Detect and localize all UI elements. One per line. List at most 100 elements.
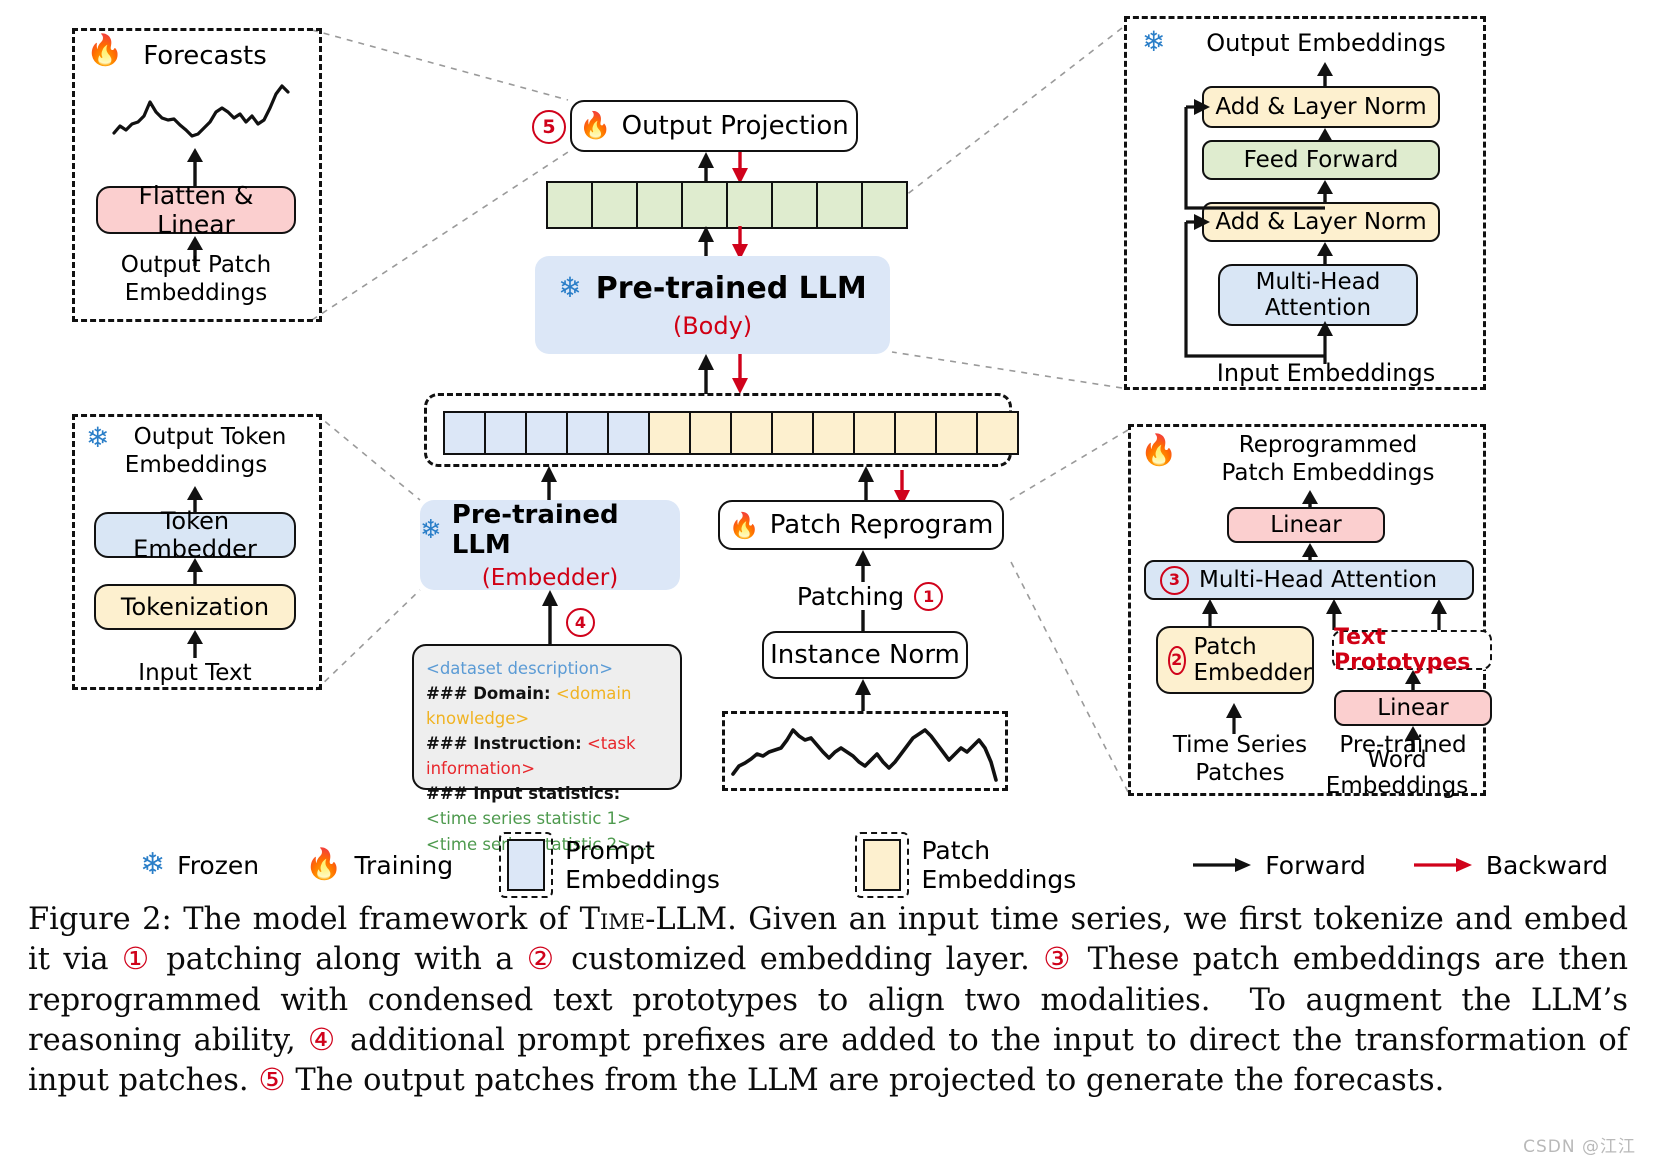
token-embedder-box[interactable]: Token Embedder [94, 507, 296, 563]
forecasts-title: Forecasts [143, 41, 267, 72]
instance-norm-box[interactable]: Instance Norm [762, 631, 968, 679]
patch-embedding-cell [771, 411, 814, 455]
training-flame-icon-patch-reprogram: 🔥 [728, 510, 760, 540]
frozen-snowflake-icon-legend: ❄ [140, 847, 166, 882]
instance-norm-label: Instance Norm [770, 640, 960, 670]
legend-item-prompt-embeddings: Prompt Embeddings [499, 832, 809, 898]
prompt-dataset-description: <dataset description> [426, 659, 614, 678]
transformer-residual-paths [1184, 99, 1333, 364]
prompt-line-instruction: ### Instruction: <task information> [426, 731, 668, 781]
patch-reprogram-label: Patch Reprogram [769, 510, 994, 540]
legend-label-frozen: Frozen [177, 850, 260, 880]
patch-embedder-box[interactable]: 2 Patch Embedder [1156, 626, 1314, 694]
step-number-4-wrap: 4 [566, 608, 595, 637]
training-flame-icon-legend: 🔥 [305, 847, 343, 882]
arrow-patching-to-reprogram [855, 550, 871, 582]
legend-item-forward: Forward [1191, 851, 1366, 880]
token-arrow-up-2 [187, 558, 203, 586]
forward-arrow-icon [1193, 858, 1252, 872]
caption-model-name: Time-LLM [579, 902, 728, 937]
legend-label-backward: Backward [1485, 850, 1608, 880]
output-token-embeddings-title-l1: Output Token [133, 424, 287, 451]
tokenization-box[interactable]: Tokenization [94, 584, 296, 630]
legend-item-patch-embeddings: Patch Embeddings [855, 832, 1145, 898]
patch-embedding-swatch [855, 832, 910, 898]
output-token-cell [546, 181, 593, 229]
training-flame-icon-reprogram: 🔥 [1140, 433, 1178, 468]
patch-embedding-cell [730, 411, 773, 455]
output-patch-embeddings-label-l1: Output Patch [120, 252, 272, 279]
reprogram-mha-label: Multi-Head Attention [1199, 567, 1438, 593]
output-token-cell [771, 181, 818, 229]
prompt-prefix-box[interactable]: <dataset description> ### Domain: <domai… [412, 644, 682, 854]
patch-reprogram-box[interactable]: 🔥 Patch Reprogram [718, 500, 1004, 550]
output-token-cell [861, 181, 908, 229]
arrow-instance-norm-to-patching [861, 610, 865, 632]
step-number-3: 3 [1160, 565, 1189, 595]
pretrained-word-embeddings-label-l2: Word Embeddings [1325, 747, 1469, 799]
patch-embedding-cell [689, 411, 732, 455]
prompt-embedding-cell [484, 411, 527, 455]
output-token-cell [636, 181, 683, 229]
output-token-cell [681, 181, 728, 229]
pretrained-llm-embedder-title: Pre-trained LLM [451, 499, 619, 560]
forecasts-sparkline [112, 84, 290, 138]
caption-body: The model framework of Time-LLM. Given a… [28, 902, 1629, 1098]
pretrained-llm-embedder-subtitle: (Embedder) [481, 564, 619, 591]
prompt-embedding-cell [566, 411, 609, 455]
legend-item-frozen: ❄ Frozen [140, 850, 259, 880]
prompt-stat-1: <time series statistic 1> [426, 809, 631, 829]
patch-embedding-cell [894, 411, 937, 455]
output-token-cell [726, 181, 773, 229]
prompt-embedding-swatch-fill [507, 839, 546, 891]
prompt-line-domain: ### Domain: <domain knowledge> [426, 681, 668, 731]
patch-embedding-cell [935, 411, 978, 455]
arrows-projection-tokens [698, 152, 748, 184]
prompt-embedding-cell [443, 411, 486, 455]
legend-label-forward: Forward [1265, 850, 1366, 880]
output-projection-label: Output Projection [621, 111, 849, 141]
text-prototypes-label: Text Prototypes [1334, 625, 1471, 675]
output-patch-embeddings-label-l2: Embeddings [124, 280, 268, 307]
reprogram-linear-top-label: Linear [1270, 512, 1342, 538]
legend-label-prompt-embeddings: Prompt Embeddings [565, 836, 720, 894]
text-prototypes-box[interactable]: Text Prototypes [1332, 625, 1492, 675]
input-time-series-plot [731, 728, 998, 782]
step-number-4: 4 [566, 608, 595, 637]
arrows-llm-body-input [698, 354, 748, 394]
prompt-line-dataset: <dataset description> [426, 656, 668, 681]
prompt-line-stats-key: ### Input statistics: [426, 781, 668, 806]
prompt-domain-key: ### Domain: [426, 684, 551, 704]
legend: ❄ Frozen 🔥 Training Prompt Embeddings Pa… [140, 832, 1654, 898]
step-number-2: 2 [1168, 645, 1186, 675]
tokenization-label: Tokenization [120, 593, 270, 621]
legend-item-training: 🔥 Training [305, 850, 453, 880]
frozen-snowflake-icon-token: ❄ [86, 421, 110, 454]
legend-label-training: Training [354, 850, 454, 880]
training-flame-icon-output-projection: 🔥 [579, 111, 612, 141]
pretrained-llm-body-box[interactable]: ❄ Pre-trained LLM (Body) [535, 256, 890, 354]
arrows-llm-tokens [698, 226, 748, 260]
pretrained-llm-body-subtitle: (Body) [672, 311, 753, 340]
prompt-line-stat1: <time series statistic 1> [426, 806, 668, 831]
flatten-and-linear-box[interactable]: Flatten & Linear [96, 181, 296, 239]
reprogram-linear-top[interactable]: Linear [1227, 507, 1385, 543]
step-number-5-wrap: 5 [532, 110, 566, 144]
output-token-embeddings-title-l2: Embeddings [124, 452, 268, 479]
step-number-1: 1 [914, 582, 944, 611]
step-number-5: 5 [532, 110, 566, 144]
output-projection-box[interactable]: 🔥 Output Projection [570, 100, 858, 152]
patch-embedding-cell [648, 411, 691, 455]
reprogrammed-title-l1: Reprogrammed [1238, 432, 1418, 459]
prompt-embedding-cell [525, 411, 568, 455]
pretrained-llm-embedder-box[interactable]: ❄ Pre-trained LLM (Embedder) [420, 499, 680, 591]
reprogram-multi-head-attention[interactable]: 3 Multi-Head Attention [1144, 560, 1474, 600]
flatten-and-linear-label: Flatten & Linear [138, 181, 254, 239]
frozen-snowflake-icon-body: ❄ [558, 271, 582, 304]
patch-embedder-label-l1: Patch [1193, 634, 1257, 660]
legend-label-patch-embeddings: Patch Embeddings [921, 836, 1077, 894]
watermark: CSDN @江江 [1523, 1137, 1636, 1157]
prompt-embedding-cell [607, 411, 650, 455]
token-embedder-label: Token Embedder [133, 507, 257, 563]
patching-label: Patching [796, 582, 905, 611]
